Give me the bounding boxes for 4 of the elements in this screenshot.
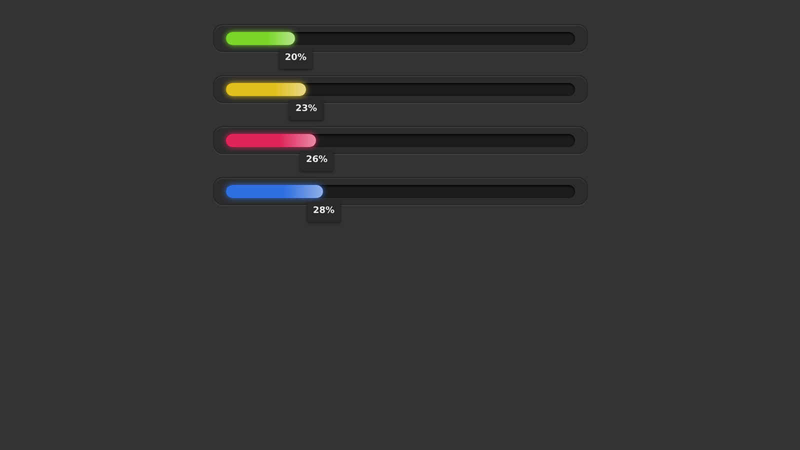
percent-tooltip: 20% xyxy=(278,49,312,68)
percent-tooltip: 26% xyxy=(300,151,334,170)
percent-tooltip: 28% xyxy=(307,202,341,222)
percent-tooltip: 23% xyxy=(289,100,323,120)
